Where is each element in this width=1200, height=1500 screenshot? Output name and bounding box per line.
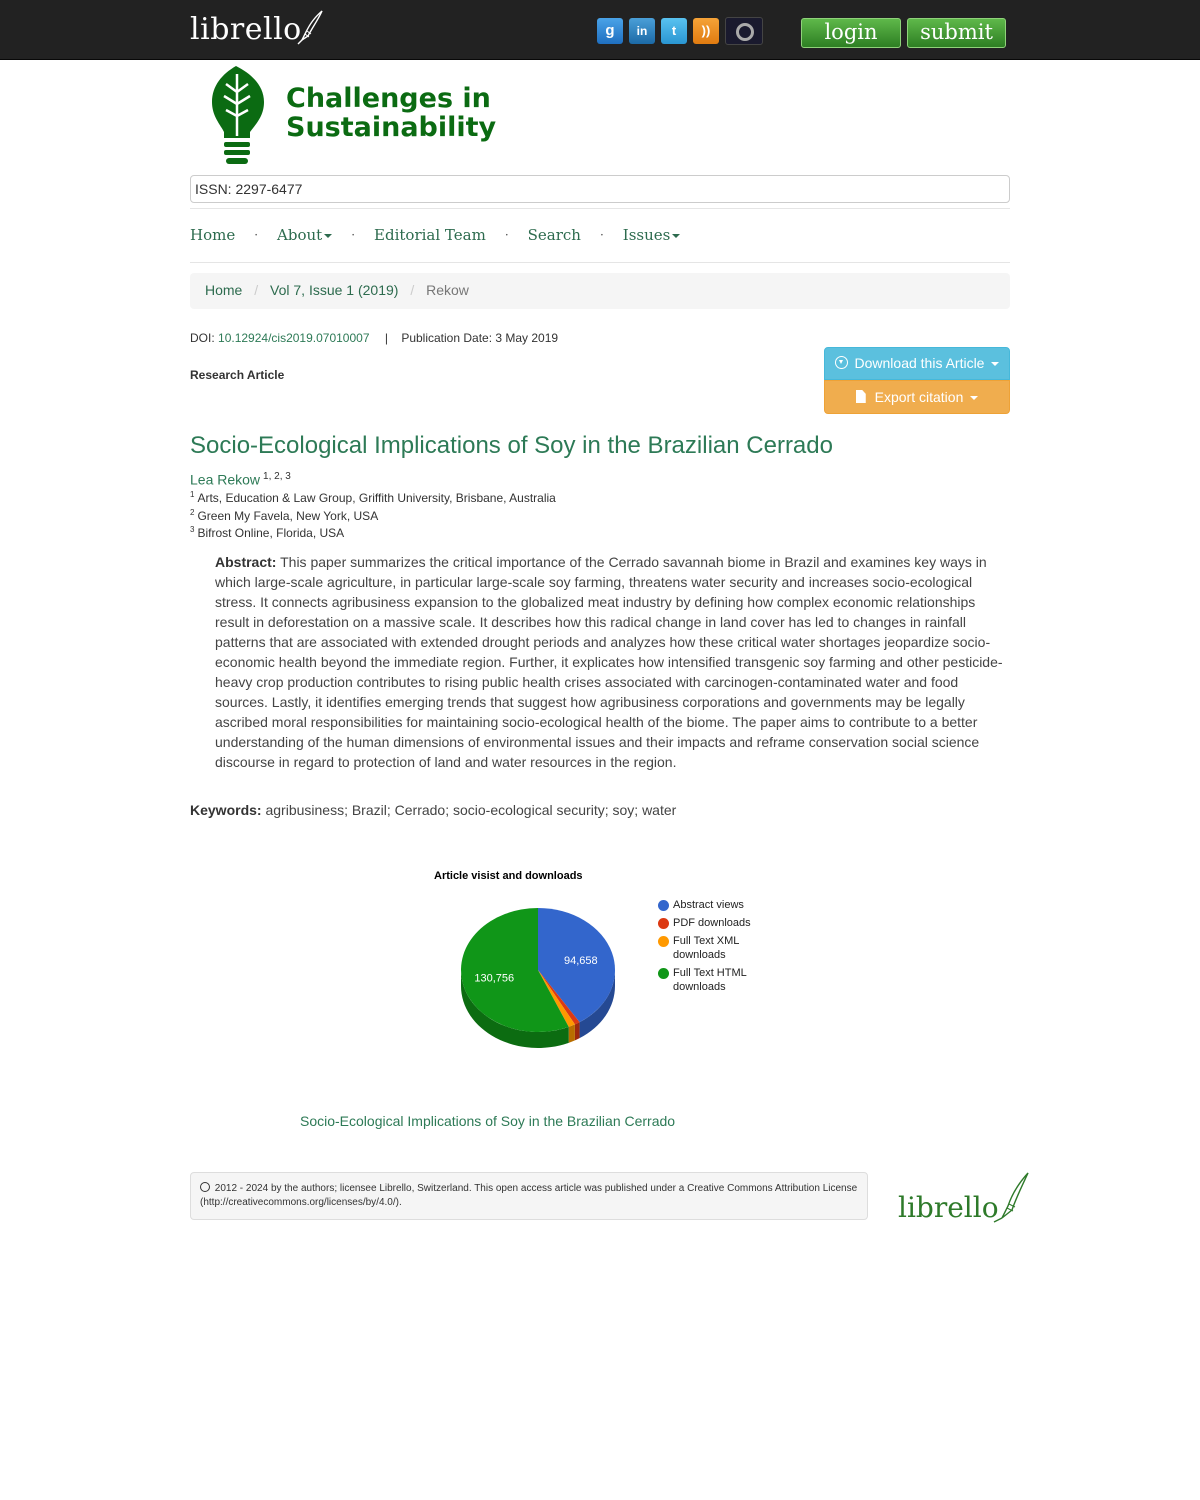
keywords-text: agribusiness; Brazil; Cerrado; socio-eco… xyxy=(265,802,677,818)
license-notice: 2012 - 2024 by the authors; licensee Lib… xyxy=(190,1172,868,1220)
legend-item[interactable]: Full Text XML downloads xyxy=(658,934,758,962)
login-button[interactable]: login xyxy=(801,18,901,48)
journal-title-line1: Challenges in xyxy=(286,83,491,114)
twitter-icon[interactable]: t xyxy=(661,18,687,44)
legend-swatch xyxy=(658,900,669,911)
publication-date: Publication Date: 3 May 2019 xyxy=(401,331,559,345)
linkedin-icon[interactable]: in xyxy=(629,18,655,44)
submit-button[interactable]: submit xyxy=(907,18,1006,48)
breadcrumb-separator: / xyxy=(254,282,259,298)
pie-data-label: 130,756 xyxy=(474,972,514,984)
librello-footer-logo[interactable]: librello xyxy=(898,1192,999,1224)
nav-separator: · xyxy=(599,228,604,242)
rss-icon[interactable]: )) xyxy=(693,18,719,44)
author-line: Lea Rekow 1, 2, 3 xyxy=(190,471,291,488)
doi-separator: | xyxy=(384,331,388,345)
breadcrumb-home[interactable]: Home xyxy=(205,282,242,298)
caret-down-icon xyxy=(672,234,681,238)
legend-item[interactable]: Abstract views xyxy=(658,898,758,912)
nav-about[interactable]: About xyxy=(277,226,333,244)
download-article-label: Download this Article xyxy=(854,355,985,371)
article-title: Socio-Ecological Implications of Soy in … xyxy=(190,432,833,459)
chart-title: Article visist and downloads xyxy=(434,870,583,882)
legend-item[interactable]: PDF downloads xyxy=(658,916,758,930)
lightbulb-leaf-logo[interactable] xyxy=(210,64,266,168)
affiliation-text: Green My Favela, New York, USA xyxy=(197,509,379,523)
legend-label: Full Text HTML downloads xyxy=(673,967,747,993)
copyright-icon xyxy=(200,1182,210,1192)
pie-data-label: 94,658 xyxy=(564,955,598,967)
nav-separator: · xyxy=(254,228,259,242)
nav-editorial-team[interactable]: Editorial Team xyxy=(374,226,486,244)
journal-title[interactable]: Challenges in Sustainability xyxy=(286,84,496,142)
main-nav: Home · About · Editorial Team · Search ·… xyxy=(190,224,681,246)
pen-nib-icon xyxy=(993,1172,1029,1223)
doi-line: DOI: 10.12924/cis2019.07010007 | Publica… xyxy=(190,331,558,345)
top-navbar: librello g in t )) login submit xyxy=(0,0,1200,60)
librello-logo[interactable]: librello xyxy=(190,12,302,48)
breadcrumb-separator: / xyxy=(410,282,415,298)
download-icon xyxy=(834,356,848,369)
file-icon xyxy=(855,390,866,403)
legend-label: PDF downloads xyxy=(673,917,751,929)
affiliation-number: 1 xyxy=(190,490,195,499)
issn-field: ISSN: 2297-6477 xyxy=(190,175,1010,203)
affiliation: 3 Bifrost Online, Florida, USA xyxy=(190,525,344,540)
breadcrumb: Home / Vol 7, Issue 1 (2019) / Rekow xyxy=(190,273,1010,309)
affiliation: 2 Green My Favela, New York, USA xyxy=(190,508,378,523)
affiliation: 1 Arts, Education & Law Group, Griffith U… xyxy=(190,490,556,505)
legend-swatch xyxy=(658,918,669,929)
license-text: 2012 - 2024 by the authors; licensee Lib… xyxy=(200,1183,858,1208)
chart-legend: Abstract views PDF downloads Full Text XML… xyxy=(658,898,758,998)
journal-title-line2: Sustainability xyxy=(286,112,497,143)
breadcrumb-current: Rekow xyxy=(426,282,469,298)
archive-icon[interactable] xyxy=(725,17,763,45)
caret-down-icon xyxy=(324,234,333,238)
nav-issues-label: Issues xyxy=(622,226,671,244)
legend-label: Full Text XML downloads xyxy=(673,935,740,961)
abstract: Abstract: This paper summarizes the crit… xyxy=(215,552,1010,772)
keywords: Keywords: agribusiness; Brazil; Cerrado;… xyxy=(190,802,676,818)
nav-divider-top xyxy=(190,208,1010,209)
author-affiliation-refs: 1, 2, 3 xyxy=(263,471,291,482)
affiliation-text: Bifrost Online, Florida, USA xyxy=(197,526,345,540)
article-link[interactable]: Socio-Ecological Implications of Soy in … xyxy=(300,1113,675,1129)
pie-chart: 94,658 130,756 xyxy=(461,908,615,1048)
pie-slice-side xyxy=(574,1022,580,1041)
legend-swatch xyxy=(658,936,669,947)
caret-down-icon xyxy=(970,396,979,401)
breadcrumb-issue[interactable]: Vol 7, Issue 1 (2019) xyxy=(270,282,398,298)
legend-swatch xyxy=(658,968,669,979)
nav-issues[interactable]: Issues xyxy=(623,226,681,244)
legend-label: Abstract views xyxy=(673,899,744,911)
author-link[interactable]: Lea Rekow xyxy=(190,472,260,488)
nav-separator: · xyxy=(351,228,356,242)
pen-nib-icon xyxy=(297,10,323,45)
nav-search[interactable]: Search xyxy=(528,226,581,244)
keywords-label: Keywords: xyxy=(190,802,262,818)
nav-about-label: About xyxy=(277,226,323,244)
export-citation-button[interactable]: Export citation xyxy=(824,380,1010,414)
nav-divider-bottom xyxy=(190,262,1010,263)
nav-home[interactable]: Home xyxy=(190,226,235,244)
google-plus-icon[interactable]: g xyxy=(597,18,623,44)
affiliation-number: 3 xyxy=(190,525,195,534)
pie-slice-side xyxy=(568,1024,575,1043)
download-article-button[interactable]: Download this Article xyxy=(824,347,1010,380)
abstract-text: This paper summarizes the critical impor… xyxy=(215,554,1003,770)
doi-label: DOI: xyxy=(190,331,215,345)
caret-down-icon xyxy=(991,362,1000,367)
doi-link[interactable]: 10.12924/cis2019.07010007 xyxy=(218,331,369,345)
nav-separator: · xyxy=(504,228,509,242)
legend-item[interactable]: Full Text HTML downloads xyxy=(658,966,758,994)
abstract-label: Abstract: xyxy=(215,554,277,570)
affiliation-text: Arts, Education & Law Group, Griffith Un… xyxy=(197,491,556,505)
article-type: Research Article xyxy=(190,368,285,382)
affiliation-number: 2 xyxy=(190,508,195,517)
export-citation-label: Export citation xyxy=(874,389,964,405)
